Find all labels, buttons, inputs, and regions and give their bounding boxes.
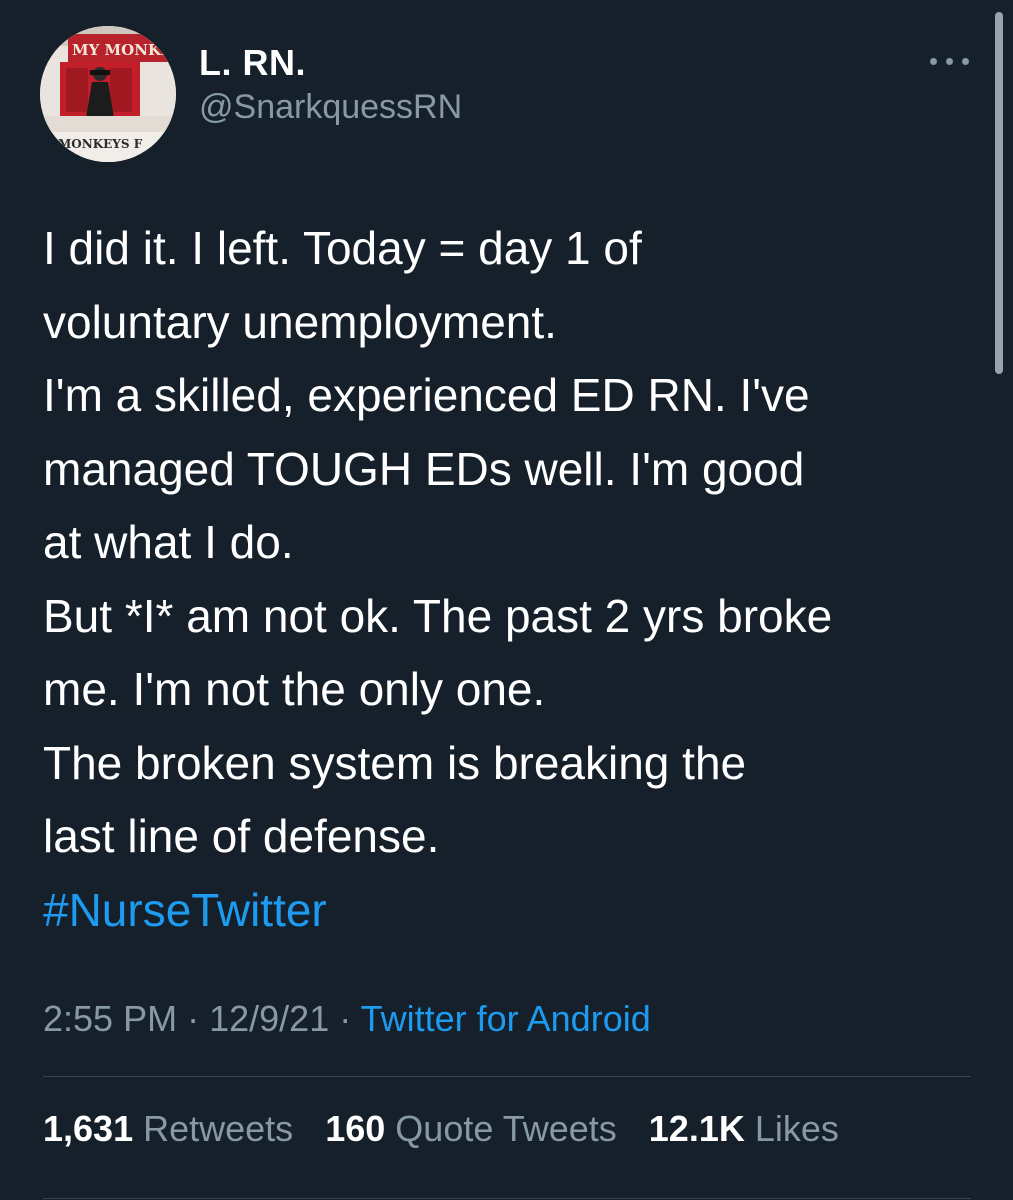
likes-label: Likes: [754, 1108, 839, 1149]
meta-separator: ·: [339, 998, 352, 1039]
tweet-metadata: 2:55 PM · 12/9/21 · Twitter for Android: [43, 998, 651, 1040]
more-dot: [962, 58, 969, 65]
retweets-label: Retweets: [143, 1108, 294, 1149]
quote-tweets-count: 160: [325, 1108, 386, 1149]
retweets-stat[interactable]: 1,631 Retweets: [43, 1108, 293, 1149]
tweet-time[interactable]: 2:55 PM: [43, 998, 177, 1039]
meta-separator: ·: [187, 998, 200, 1039]
user-handle[interactable]: @SnarkquessRN: [199, 88, 462, 127]
more-dot: [930, 58, 937, 65]
avatar[interactable]: MY MONKEYS MONKEYS F: [40, 26, 176, 162]
divider: [43, 1198, 971, 1199]
avatar-banner-top: MY MONKEYS: [72, 41, 176, 59]
hashtag-link[interactable]: #NurseTwitter: [43, 884, 327, 936]
tweet-body: I did it. I left. Today = day 1 of volun…: [43, 222, 833, 862]
display-name[interactable]: L. RN.: [199, 42, 306, 84]
tweet-source-link[interactable]: Twitter for Android: [361, 998, 651, 1039]
avatar-banner-bottom: MONKEYS F: [58, 137, 143, 151]
more-options-icon[interactable]: [928, 46, 972, 74]
tweet-date[interactable]: 12/9/21: [209, 998, 329, 1039]
quote-tweets-label: Quote Tweets: [395, 1108, 617, 1149]
likes-count: 12.1K: [648, 1108, 745, 1149]
tweet-detail-page: MY MONKEYS MONKEYS F L. RN. @SnarkquessR…: [0, 0, 1013, 1200]
retweets-count: 1,631: [43, 1108, 134, 1149]
likes-stat[interactable]: 12.1K Likes: [649, 1108, 839, 1149]
avatar-image: MY MONKEYS MONKEYS F: [40, 26, 176, 162]
more-dot: [946, 58, 953, 65]
tweet-text: I did it. I left. Today = day 1 of volun…: [43, 212, 993, 947]
divider: [43, 1076, 971, 1077]
scrollbar-thumb[interactable]: [995, 12, 1003, 374]
quote-tweets-stat[interactable]: 160 Quote Tweets: [325, 1108, 617, 1149]
engagement-stats: 1,631 Retweets 160 Quote Tweets 12.1K Li…: [43, 1108, 861, 1150]
